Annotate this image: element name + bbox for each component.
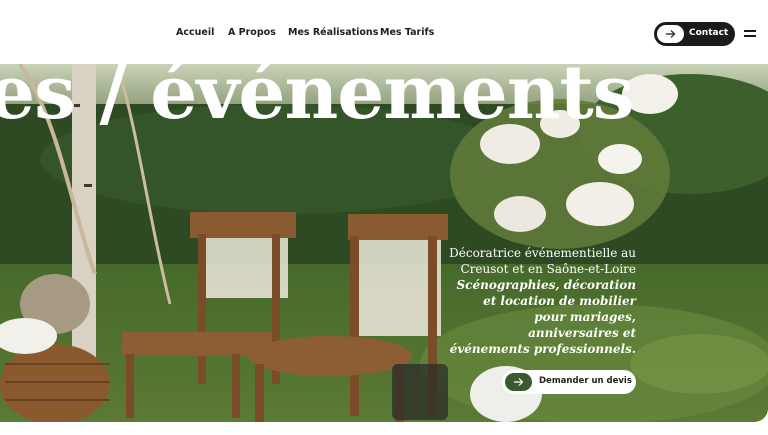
hero-section: es / événements Décoratrice événementiel… [0,64,768,422]
hero-tagline: Décoratrice événementielle au Creusot et… [448,245,636,357]
nav-link-a-propos[interactable]: A Propos [228,27,276,38]
nav-link-accueil[interactable]: Accueil [176,27,214,38]
contact-button[interactable]: Contact [654,22,735,46]
hero-services-text: Scénographies, décoration et location de… [449,278,636,356]
nav-link-mes-tarifs[interactable]: Mes Tarifs [380,27,434,38]
hamburger-menu-icon[interactable] [744,29,756,38]
site-header: Accueil A Propos Mes Réalisations Mes Ta… [0,0,768,64]
arrow-right-icon [657,25,684,43]
request-quote-button[interactable]: Demander un devis [502,370,636,394]
hero-title: es / événements [0,64,634,136]
arrow-right-icon [505,373,532,391]
request-quote-label: Demander un devis [539,376,632,386]
hero-intro-text: Décoratrice événementielle au Creusot et… [449,246,636,276]
contact-button-label: Contact [689,28,729,38]
nav-link-mes-realisations[interactable]: Mes Réalisations [288,27,378,38]
